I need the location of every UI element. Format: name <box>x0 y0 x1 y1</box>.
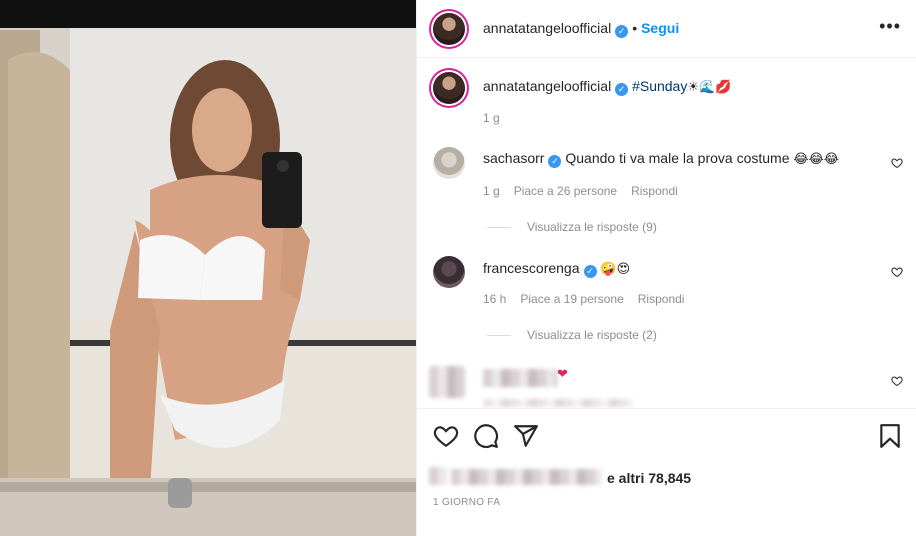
comment-icon[interactable] <box>473 423 499 449</box>
likes-count-text: e altri 78,845 <box>607 470 692 486</box>
caption-hashtag[interactable]: #Sunday <box>632 78 687 94</box>
verified-icon: ✓ <box>548 155 562 168</box>
view-replies-button[interactable]: Visualizza le risposte (2) <box>487 328 657 342</box>
caption-meta: 1 g <box>483 111 514 125</box>
photo-image <box>0 0 416 536</box>
author-username[interactable]: annatatangeloofficial <box>483 20 611 36</box>
verified-icon: ✓ <box>583 265 597 278</box>
comment-time: 1 g <box>483 184 500 198</box>
comments-list[interactable]: annatatangeloofficial ✓ #Sunday☀🌊💋 1 g sa… <box>417 59 916 408</box>
comment-text: Quando ti va male la prova costume <box>565 150 790 166</box>
comment-emojis: 🤪😍 <box>600 262 631 277</box>
view-replies-button[interactable]: Visualizza le risposte (9) <box>487 220 657 234</box>
verified-icon: ✓ <box>615 25 629 38</box>
caption-row: annatatangeloofficial ✓ #Sunday☀🌊💋 <box>483 77 731 97</box>
view-replies-label: Visualizza le risposte (2) <box>527 328 657 342</box>
replies-divider <box>487 227 511 229</box>
reply-button[interactable]: Rispondi <box>638 292 685 306</box>
view-replies-label: Visualizza le risposte (9) <box>527 220 657 234</box>
caption-emojis: ☀🌊💋 <box>687 80 732 95</box>
comment-meta: 1 g Piace a 26 persone Rispondi <box>483 184 692 198</box>
likers-name-blurred <box>451 469 601 485</box>
comment-likes[interactable]: Piace a 19 persone <box>520 292 623 306</box>
comment-meta: 16 h Piace a 19 persone Rispondi <box>483 292 698 306</box>
comment-username-blurred <box>483 369 557 387</box>
author-avatar[interactable] <box>433 13 465 45</box>
post-header: annatatangeloofficial ✓ • Segui ••• <box>417 0 916 58</box>
caption-time: 1 g <box>483 111 500 125</box>
comment-avatar[interactable] <box>433 256 465 288</box>
verified-icon: ✓ <box>615 83 629 96</box>
share-icon[interactable] <box>513 423 539 449</box>
likes-count[interactable]: e altri 78,845 <box>607 469 691 487</box>
bookmark-icon[interactable] <box>877 423 903 449</box>
reply-button[interactable]: Rispondi <box>631 184 678 198</box>
comment-like-icon[interactable] <box>891 266 903 278</box>
caption-username[interactable]: annatatangeloofficial <box>483 78 611 94</box>
comment-likes[interactable]: Piace a 26 persone <box>514 184 617 198</box>
comment-username[interactable]: francescorenga <box>483 260 580 276</box>
comment-row: sachasorr ✓ Quando ti va male la prova co… <box>483 149 839 169</box>
comment-like-icon[interactable] <box>891 157 903 169</box>
more-options-icon[interactable]: ••• <box>879 16 901 37</box>
follow-button[interactable]: Segui <box>641 20 679 36</box>
replies-divider <box>487 335 511 337</box>
post-timestamp: 1 GIORNO FA <box>433 497 501 508</box>
comment-like-icon[interactable] <box>891 375 903 387</box>
post-panel: annatatangeloofficial ✓ • Segui ••• annatat… <box>416 0 916 536</box>
comment-emojis: 😂😂😂 <box>793 152 839 167</box>
comment-row: francescorenga ✓ 🤪😍 <box>483 259 630 279</box>
post-actions: e altri 78,845 1 GIORNO FA <box>417 408 916 536</box>
comment-avatar[interactable] <box>433 147 465 179</box>
comment-avatar-blurred[interactable] <box>429 366 465 398</box>
author-header: annatatangeloofficial ✓ • Segui <box>483 20 679 38</box>
caption-avatar[interactable] <box>433 72 465 104</box>
comment-username[interactable]: sachasorr <box>483 150 544 166</box>
heart-icon[interactable] <box>433 423 459 449</box>
likers-avatar-blurred[interactable] <box>429 467 447 485</box>
comment-emojis: ❤ <box>557 367 568 382</box>
comment-meta-blurred <box>483 399 633 407</box>
separator-dot: • <box>632 20 638 36</box>
post-photo[interactable] <box>0 0 416 536</box>
comment-time: 16 h <box>483 292 507 306</box>
